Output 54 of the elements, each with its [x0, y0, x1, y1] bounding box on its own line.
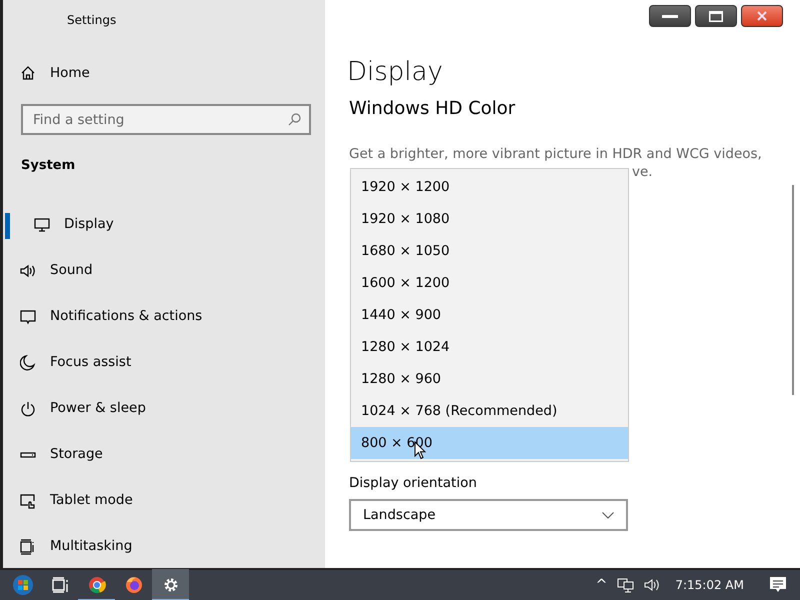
moon-icon — [20, 354, 36, 370]
multitasking-icon — [20, 538, 36, 554]
description-text: ve. — [632, 163, 653, 182]
sidebar-item[interactable]: Display — [3, 202, 325, 248]
window-title: Settings — [66, 12, 118, 29]
dropdown-option[interactable]: 1440 × 900 — [351, 299, 628, 331]
page-title: Display — [347, 58, 444, 87]
sidebar-item[interactable]: Storage — [3, 432, 325, 478]
minimize-button[interactable] — [649, 5, 691, 27]
dropdown-option[interactable]: 1920 × 1080 — [351, 203, 628, 235]
maximize-button[interactable] — [695, 5, 737, 27]
dropdown-option[interactable]: 1680 × 1050 — [351, 235, 628, 267]
sidebar-item[interactable]: Sound — [3, 248, 325, 294]
dropdown-option[interactable]: 1600 × 1200 — [351, 267, 628, 299]
dropdown-option[interactable]: 1280 × 1024 — [351, 331, 628, 363]
message-icon — [20, 308, 36, 324]
close-button[interactable] — [741, 5, 783, 27]
dropdown-option[interactable]: 1024 × 768 (Recommended) — [351, 395, 628, 427]
show-hidden-icons-button[interactable]: ^ — [596, 574, 608, 596]
dropdown-option[interactable]: 1920 × 1200 — [351, 171, 628, 203]
description-text: Get a brighter, more vibrant picture in HDR and WCG videos, — [348, 144, 763, 164]
network-icon[interactable] — [617, 578, 634, 592]
notification-icon[interactable] — [770, 577, 786, 593]
volume-icon[interactable] — [644, 578, 662, 592]
task-view-icon — [50, 575, 70, 595]
maximize-icon — [709, 10, 723, 22]
search-field[interactable]: Find a setting — [21, 104, 311, 135]
speaker-icon — [20, 262, 36, 278]
dropdown-option[interactable]: 1280 × 960 — [351, 363, 628, 395]
sidebar-item[interactable]: Notifications & actions — [3, 294, 325, 340]
sidebar-item[interactable]: Focus assist — [3, 340, 325, 386]
search-icon — [288, 113, 301, 126]
chevron-down-icon — [602, 512, 614, 518]
browser-icon — [88, 576, 106, 594]
home-icon — [20, 65, 36, 81]
scrollbar[interactable] — [792, 185, 794, 395]
gear-icon — [162, 577, 178, 593]
monitor-icon — [34, 216, 50, 232]
orientation-dropdown[interactable]: Landscape — [349, 499, 628, 531]
power-icon — [20, 400, 36, 416]
section-heading: System — [20, 157, 76, 175]
field-label: Display orientation — [349, 474, 477, 493]
sidebar-item[interactable]: Power & sleep — [3, 386, 325, 432]
taskbar-button[interactable] — [152, 569, 189, 600]
start-icon — [12, 574, 34, 596]
home-link[interactable]: Home — [3, 50, 325, 96]
browser-icon — [124, 576, 142, 594]
section-heading: Windows HD Color — [348, 96, 516, 121]
minimize-icon — [662, 14, 678, 18]
tablet-icon — [20, 492, 36, 508]
sidebar-item[interactable]: Multitasking — [3, 524, 325, 568]
sidebar-item[interactable]: Tablet mode — [3, 478, 325, 524]
clock-time[interactable]: 7:15:02 AM — [675, 576, 744, 594]
close-icon — [757, 11, 767, 21]
